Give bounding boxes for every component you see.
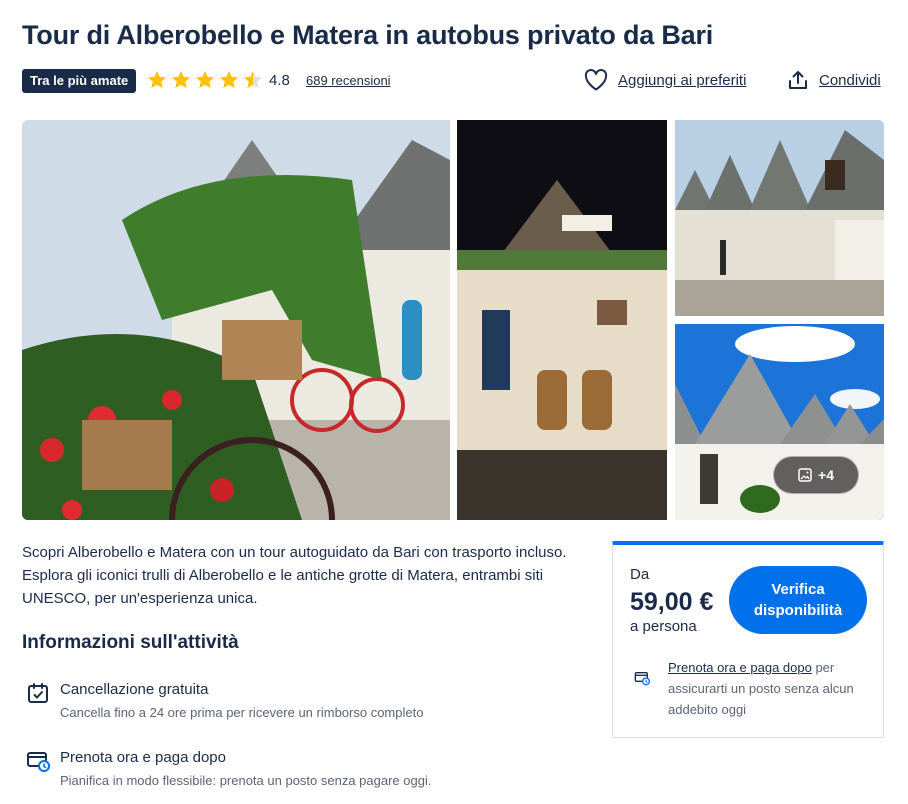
share-icon bbox=[789, 71, 807, 89]
more-photos-button[interactable]: +4 bbox=[773, 456, 859, 494]
info-item-title: Prenota ora e paga dopo bbox=[60, 749, 226, 766]
info-heading: Informazioni sull'attività bbox=[22, 632, 239, 653]
price-per-label: a persona bbox=[630, 618, 697, 635]
gallery-photo-main[interactable] bbox=[22, 120, 450, 520]
reserve-note: Prenota ora e paga dopo per assicurarti … bbox=[668, 657, 873, 720]
booking-card: Da 59,00 € a persona Verifica disponibil… bbox=[612, 541, 884, 738]
price-value: 59,00 € bbox=[630, 588, 714, 616]
reserve-now-link[interactable]: Prenota ora e paga dopo bbox=[668, 660, 812, 675]
info-item-subtitle: Cancella fino a 24 ore prima per ricever… bbox=[60, 705, 424, 720]
half-star-icon bbox=[243, 70, 263, 89]
share-button[interactable]: Condividi bbox=[787, 69, 881, 91]
reviews-link[interactable]: 689 recensioni bbox=[306, 73, 391, 88]
add-to-favorites-button[interactable]: Aggiungi ai preferiti bbox=[584, 69, 746, 91]
card-clock-icon bbox=[27, 752, 50, 772]
more-photos-label: +4 bbox=[818, 467, 834, 483]
share-label: Condividi bbox=[819, 71, 881, 89]
meta-row: Tra le più amate 4.8 689 recensioni Aggi… bbox=[22, 68, 884, 96]
gallery-photo-night[interactable] bbox=[457, 120, 667, 520]
popular-badge: Tra le più amate bbox=[22, 69, 137, 93]
rating-stars bbox=[146, 69, 264, 91]
description: Scopri Alberobello e Matera con un tour … bbox=[22, 544, 567, 607]
price-from-label: Da bbox=[630, 566, 650, 583]
favorites-label: Aggiungi ai preferiti bbox=[618, 71, 747, 89]
star-icon bbox=[147, 70, 167, 89]
image-icon bbox=[798, 468, 812, 482]
gallery-photo-street[interactable] bbox=[675, 120, 884, 316]
star-icon bbox=[219, 70, 239, 89]
info-item-title: Cancellazione gratuita bbox=[60, 681, 209, 698]
check-availability-button[interactable]: Verifica disponibilità bbox=[729, 566, 867, 634]
heart-icon bbox=[584, 69, 608, 91]
gallery-photo-trulli[interactable] bbox=[675, 324, 884, 520]
star-icon bbox=[171, 70, 191, 89]
photo-gallery: +4 bbox=[22, 120, 884, 520]
info-item-subtitle: Pianifica in modo flessibile: prenota un… bbox=[60, 773, 432, 788]
star-icon bbox=[195, 70, 215, 89]
rating-value: 4.8 bbox=[269, 72, 290, 89]
calendar-check-icon bbox=[28, 683, 48, 703]
page-title: Tour di Alberobello e Matera in autobus … bbox=[22, 20, 714, 50]
card-clock-icon bbox=[634, 672, 650, 686]
